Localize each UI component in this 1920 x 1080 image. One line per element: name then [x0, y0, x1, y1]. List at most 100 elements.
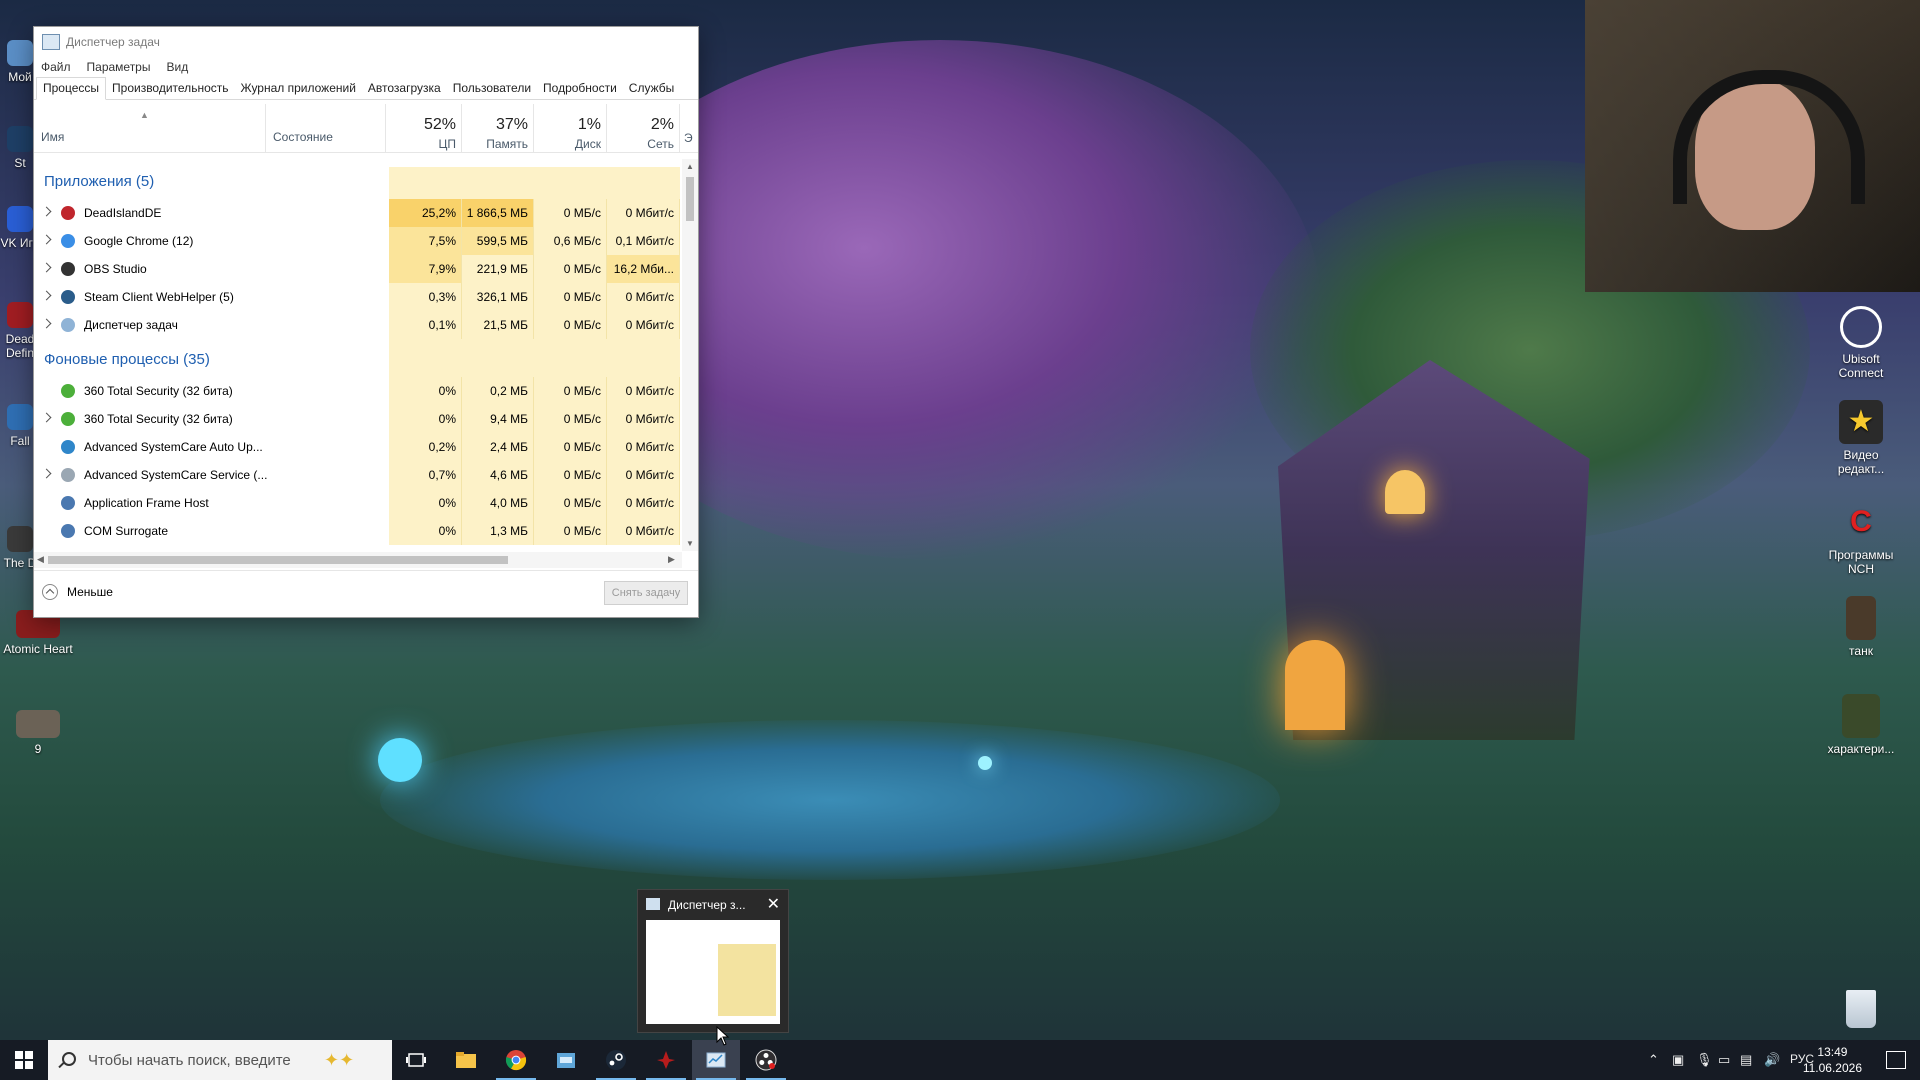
image-icon — [16, 710, 60, 738]
folder-icon — [456, 1052, 476, 1068]
end-task-button[interactable]: Снять задачу — [604, 581, 688, 605]
task-view-icon — [406, 1053, 426, 1067]
process-row[interactable]: 360 Total Security (32 бита) 0% 9,4 МБ 0 МБ… — [34, 405, 686, 433]
microphone-icon[interactable]: 🎙 — [1696, 1052, 1713, 1068]
process-disk: 0 МБ/с — [534, 283, 607, 311]
scroll-down-icon[interactable]: ▼ — [686, 539, 694, 548]
process-row[interactable]: Steam Client WebHelper (5) 0,3% 326,1 МБ 0 … — [34, 283, 686, 311]
process-row[interactable]: Application Frame Host 0% 4,0 МБ 0 МБ/с 0 Мб… — [34, 489, 686, 517]
column-state[interactable]: Состояние — [266, 104, 386, 152]
process-memory: 1 866,5 МБ — [462, 199, 534, 227]
process-row[interactable]: Диспетчер задач 0,1% 21,5 МБ 0 МБ/с 0 Мбит/с — [34, 311, 686, 339]
game-icon — [7, 526, 33, 552]
process-row[interactable]: Google Chrome (12) 7,5% 599,5 МБ 0,6 МБ/с 0,… — [34, 227, 686, 255]
process-row[interactable]: Advanced SystemCare Auto Up... 0,2% 2,4 МБ… — [34, 433, 686, 461]
tab-startup[interactable]: Автозагрузка — [362, 78, 447, 99]
column-name[interactable]: Имя — [34, 104, 266, 152]
process-name: Application Frame Host — [84, 496, 209, 510]
process-cpu: 0,3% — [389, 283, 462, 311]
horizontal-scroll-thumb[interactable] — [48, 556, 508, 564]
nch-icon: C — [1850, 505, 1872, 538]
menu-options[interactable]: Параметры — [87, 60, 151, 74]
process-network: 0 Мбит/с — [607, 433, 680, 461]
vertical-scrollbar[interactable]: ▲ ▼ — [682, 159, 698, 551]
drive-icon[interactable]: ▭ — [1718, 1052, 1730, 1068]
scroll-up-icon[interactable]: ▲ — [686, 162, 694, 171]
menu-bar: Файл Параметры Вид — [34, 57, 698, 77]
desktop-icon-ubisoft-connect[interactable]: Ubisoft Connect — [1822, 306, 1900, 380]
scroll-right-icon[interactable]: ▶ — [668, 554, 675, 565]
notification-icon[interactable] — [1886, 1051, 1906, 1069]
column-extra[interactable]: Э — [684, 131, 693, 145]
process-name: Advanced SystemCare Service (... — [84, 468, 268, 482]
dead-island-button[interactable] — [642, 1040, 690, 1080]
process-network: 0,1 Мбит/с — [607, 227, 680, 255]
network-icon[interactable]: ▤ — [1740, 1052, 1752, 1068]
task-manager-button[interactable] — [692, 1040, 740, 1080]
process-memory: 21,5 МБ — [462, 311, 534, 339]
process-name: COM Surrogate — [84, 524, 169, 538]
process-memory: 0,2 МБ — [462, 377, 534, 405]
steam-icon — [7, 126, 33, 152]
network-adapter-icon[interactable]: ▣ — [1672, 1052, 1684, 1068]
store-button[interactable] — [542, 1040, 590, 1080]
desktop-icon-tank[interactable]: танк — [1822, 596, 1900, 658]
tab-app-history[interactable]: Журнал приложений — [235, 78, 362, 99]
chrome-button[interactable] — [492, 1040, 540, 1080]
column-cpu[interactable]: 52% ЦП — [389, 104, 462, 152]
process-network: 0 Мбит/с — [607, 461, 680, 489]
windows-icon — [15, 1051, 33, 1069]
column-disk[interactable]: 1% Диск — [534, 104, 607, 152]
obs-button[interactable] — [742, 1040, 790, 1080]
fallout-icon — [7, 404, 33, 430]
column-network[interactable]: 2% Сеть — [607, 104, 680, 152]
desktop-icon-characteristics[interactable]: характери... — [1822, 694, 1900, 756]
tab-users[interactable]: Пользователи — [447, 78, 537, 99]
close-icon[interactable]: ✕ — [767, 894, 780, 914]
obs-icon — [755, 1049, 777, 1071]
clock[interactable]: 13:49 11.06.2026 — [1803, 1044, 1862, 1076]
menu-file[interactable]: Файл — [41, 60, 71, 74]
fewer-details-button[interactable]: Меньше — [42, 584, 113, 600]
process-name: Steam Client WebHelper (5) — [84, 290, 234, 304]
chevron-up-icon[interactable]: ⌃ — [1648, 1052, 1659, 1068]
tab-processes[interactable]: Процессы — [36, 77, 107, 100]
title-bar[interactable]: Диспетчер задач — [34, 27, 698, 57]
process-memory: 2,4 МБ — [462, 433, 534, 461]
vk-games-icon — [7, 206, 33, 232]
tab-performance[interactable]: Производительность — [106, 78, 234, 99]
search-box[interactable]: Чтобы начать поиск, введите ✦✦ — [48, 1040, 392, 1080]
process-name: DeadIslandDE — [84, 206, 162, 220]
desktop-icon-recycle-bin[interactable] — [1822, 990, 1900, 1032]
process-row[interactable]: COM Surrogate 0% 1,3 МБ 0 МБ/с 0 Мбит/с — [34, 517, 686, 545]
footer: Меньше Снять задачу — [34, 570, 698, 618]
process-row[interactable]: OBS Studio 7,9% 221,9 МБ 0 МБ/с 16,2 Мби... — [34, 255, 686, 283]
scroll-thumb[interactable] — [686, 177, 694, 221]
column-memory[interactable]: 37% Память — [462, 104, 534, 152]
process-row[interactable]: Advanced SystemCare Service (... 0,7% 4,6 … — [34, 461, 686, 489]
group-apps: Приложения (5) — [44, 173, 155, 190]
start-button[interactable] — [0, 1040, 48, 1080]
process-disk: 0 МБ/с — [534, 377, 607, 405]
file-explorer-button[interactable] — [442, 1040, 490, 1080]
scroll-left-icon[interactable]: ◀ — [37, 554, 44, 565]
task-view-button[interactable] — [392, 1040, 440, 1080]
process-disk: 0 МБ/с — [534, 517, 607, 545]
horizontal-scrollbar[interactable]: ◀ ▶ — [34, 552, 682, 568]
store-icon — [557, 1053, 575, 1068]
process-row[interactable]: 360 Total Security (32 бита) 0% 0,2 МБ 0 МБ… — [34, 377, 686, 405]
desktop-icon-nch-programs[interactable]: C Программы NCH — [1822, 500, 1900, 576]
process-row[interactable]: DeadIslandDE 25,2% 1 866,5 МБ 0 МБ/с 0 Мбит/… — [34, 199, 686, 227]
sparkle-icon: ✦✦ — [324, 1050, 355, 1070]
process-name: OBS Studio — [84, 262, 147, 276]
menu-view[interactable]: Вид — [166, 60, 188, 74]
tab-details[interactable]: Подробности — [537, 78, 623, 99]
tab-services[interactable]: Службы — [623, 78, 680, 99]
desktop-icon-9[interactable]: 9 — [10, 710, 66, 756]
desktop-icon-video-editor[interactable]: ★ Видео редакт... — [1822, 400, 1900, 476]
volume-icon[interactable]: 🔊 — [1764, 1052, 1780, 1068]
taskbar-thumbnail-preview[interactable]: Диспетчер з... ✕ — [637, 889, 789, 1033]
chrome-icon — [505, 1050, 527, 1071]
process-disk: 0 МБ/с — [534, 489, 607, 517]
steam-button[interactable] — [592, 1040, 640, 1080]
